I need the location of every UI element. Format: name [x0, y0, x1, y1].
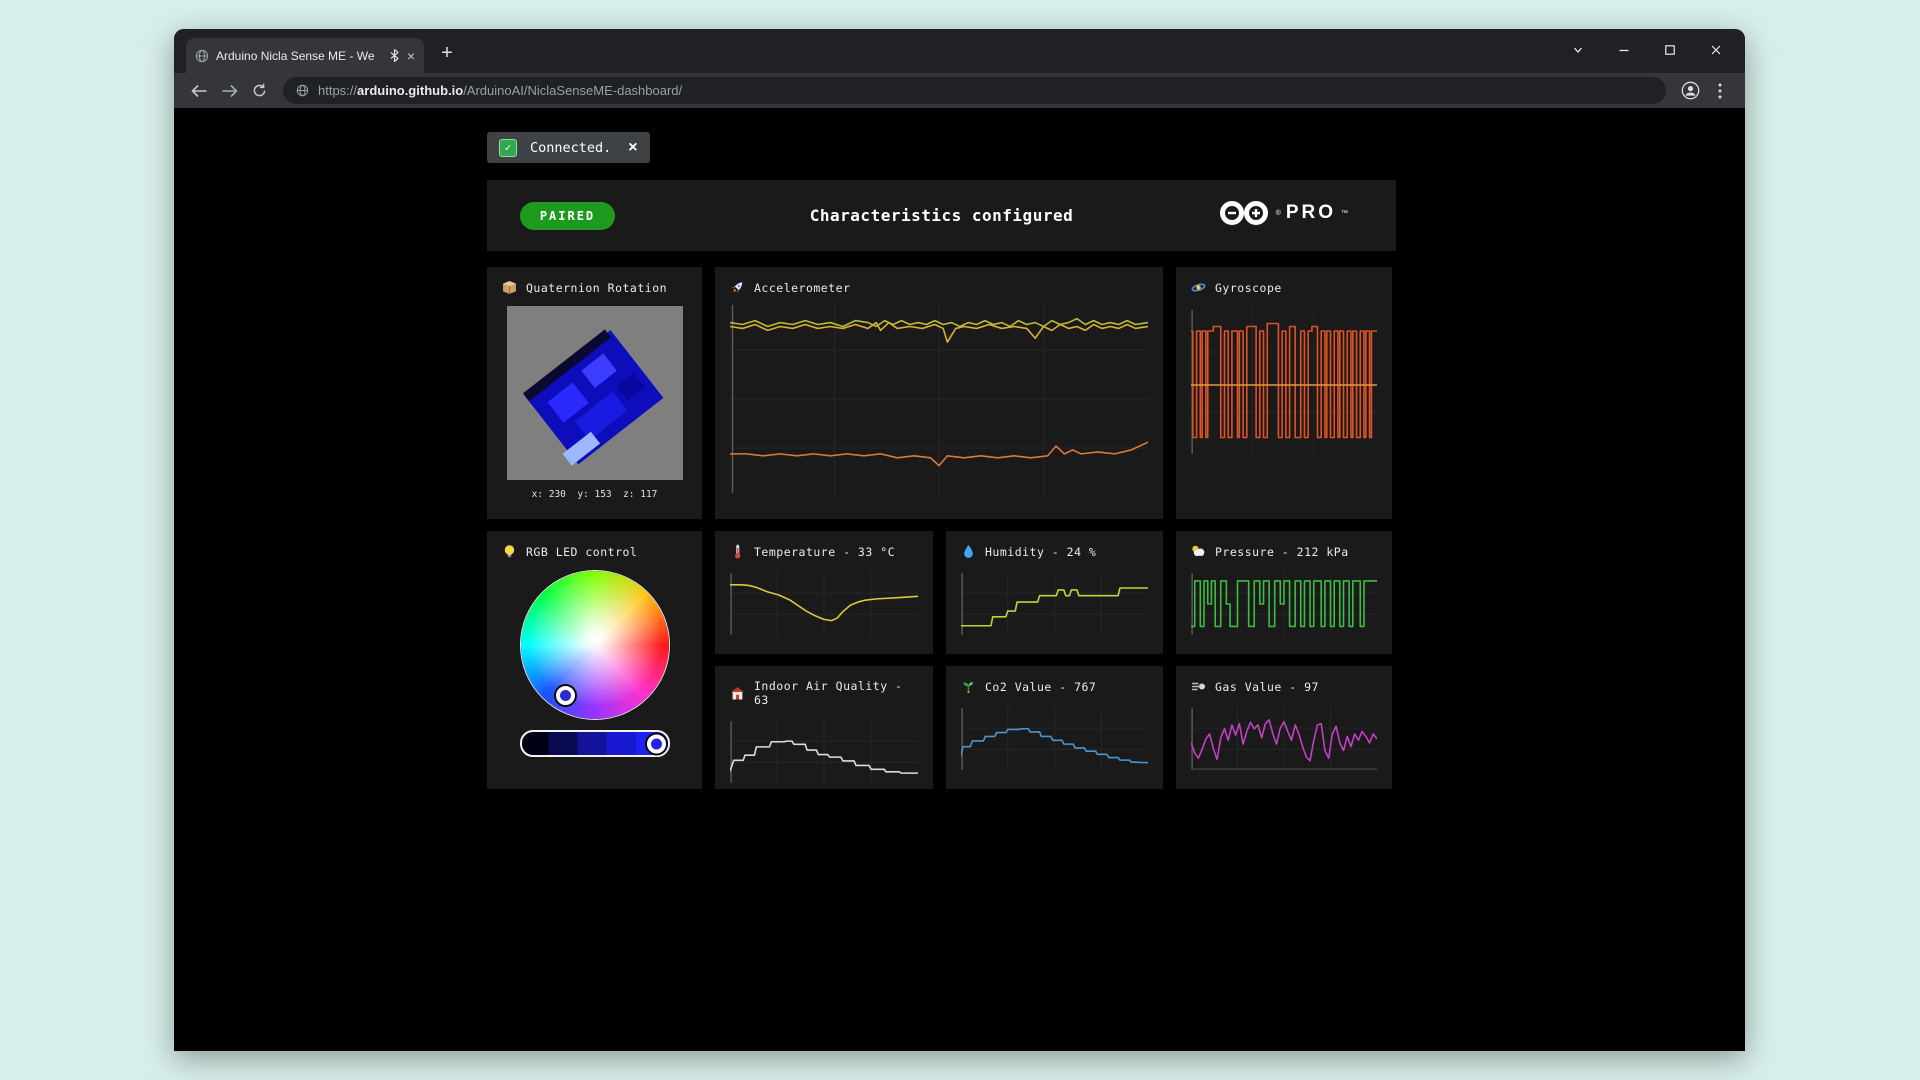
card-label: Temperature - 33 °C [754, 545, 895, 559]
tab-strip: Arduino Nicla Sense ME - We × + [174, 29, 1745, 73]
card-title-row: Quaternion Rotation [502, 280, 687, 295]
card-co2-value: Co2 Value - 767 [946, 666, 1163, 789]
reload-button[interactable] [244, 76, 274, 106]
color-wheel-wrap [521, 571, 669, 719]
gyroscope-chart [1191, 307, 1377, 457]
url-host: arduino.github.io [357, 83, 463, 98]
paired-badge: PAIRED [520, 202, 615, 230]
brightness-slider[interactable] [520, 730, 670, 757]
menu-dots-icon[interactable] [1705, 76, 1735, 106]
brightness-slider-handle[interactable] [647, 734, 666, 753]
bluetooth-icon [389, 49, 400, 62]
back-button[interactable] [184, 76, 214, 106]
card-title-row: Co2 Value - 767 [961, 679, 1148, 694]
quaternion-coordinates: x: 230 y: 153 z: 117 [502, 489, 687, 500]
card-humidity: Humidity - 24 % [946, 531, 1163, 654]
humidity-chart [961, 572, 1148, 636]
card-label: Co2 Value - 767 [985, 680, 1096, 694]
card-label: Quaternion Rotation [526, 281, 667, 295]
card-temperature: Temperature - 33 °C [715, 531, 933, 654]
dashboard-header: PAIRED Characteristics configured ® PRO … [487, 180, 1396, 251]
iaq-chart [730, 720, 918, 784]
tab-title: Arduino Nicla Sense ME - We [216, 49, 382, 63]
pressure-chart [1191, 572, 1377, 636]
minimize-button[interactable] [1601, 33, 1647, 67]
maximize-button[interactable] [1647, 33, 1693, 67]
url-text: https://arduino.github.io/ArduinoAI/Nicl… [318, 83, 682, 98]
window-controls [1555, 33, 1739, 67]
card-gas-value: Gas Value - 97 [1176, 666, 1392, 789]
droplet-icon [961, 544, 976, 559]
profile-avatar-icon[interactable] [1675, 76, 1705, 106]
bulb-icon [502, 544, 517, 559]
card-title-row: Temperature - 33 °C [730, 544, 918, 559]
quaternion-3d-viewport[interactable] [507, 306, 683, 480]
arduino-pro-logo: ® PRO ™ [1219, 200, 1348, 226]
connected-text: Connected. [530, 140, 611, 156]
card-gyroscope: Gyroscope [1176, 267, 1392, 519]
gyroscope-icon [1191, 280, 1206, 295]
card-label: Gas Value - 97 [1215, 680, 1319, 694]
arduino-infinity-icon [1219, 200, 1271, 226]
card-label: Indoor Air Quality - 63 [754, 679, 918, 707]
seedling-icon [961, 679, 976, 694]
url-scheme: https:// [318, 83, 357, 98]
card-label: RGB LED control [526, 545, 637, 559]
card-title-row: Accelerometer [730, 280, 1148, 295]
new-tab-button[interactable]: + [432, 38, 462, 68]
close-window-button[interactable] [1693, 33, 1739, 67]
logo-reg-mark: ® [1276, 210, 1281, 217]
card-label: Pressure - 212 kPa [1215, 545, 1349, 559]
browser-toolbar: https://arduino.github.io/ArduinoAI/Nicl… [174, 73, 1745, 108]
board-3d-render [507, 306, 683, 480]
card-title-row: Pressure - 212 kPa [1191, 544, 1377, 559]
card-indoor-air-quality: Indoor Air Quality - 63 [715, 666, 933, 789]
accelerometer-chart [730, 301, 1148, 497]
logo-pro-text: PRO [1286, 202, 1336, 224]
series-gyro-wave [1191, 324, 1377, 438]
card-title-row: Indoor Air Quality - 63 [730, 679, 918, 707]
logo-tm-mark: ™ [1341, 210, 1348, 217]
page-content: ✓ Connected. × PAIRED Characteristics co… [174, 108, 1745, 1051]
browser-window: Arduino Nicla Sense ME - We × + [174, 29, 1745, 1051]
color-wheel[interactable] [521, 571, 669, 719]
connected-notification: ✓ Connected. × [487, 132, 650, 163]
wind-icon [1191, 679, 1206, 694]
card-accelerometer: Accelerometer [715, 267, 1163, 519]
card-title-row: Humidity - 24 % [961, 544, 1148, 559]
globe-favicon-icon [195, 49, 209, 63]
thermometer-icon [730, 544, 745, 559]
cards-grid: Quaternion Rotation [487, 267, 1392, 789]
forward-button[interactable] [214, 76, 244, 106]
card-pressure: Pressure - 212 kPa [1176, 531, 1392, 654]
card-quaternion-rotation: Quaternion Rotation [487, 267, 702, 519]
card-title-row: Gyroscope [1191, 280, 1377, 295]
gas-chart [1191, 707, 1377, 771]
rocket-icon [730, 280, 745, 295]
package-icon [502, 280, 517, 295]
temperature-chart [730, 572, 918, 636]
card-label: Gyroscope [1215, 281, 1282, 295]
tab-search-chevron-icon[interactable] [1555, 33, 1601, 67]
house-icon [730, 686, 745, 701]
color-wheel-cursor[interactable] [556, 686, 575, 705]
desktop: { "browser": { "tab": { "title": "Arduin… [0, 0, 1920, 1080]
browser-tab[interactable]: Arduino Nicla Sense ME - We × [186, 38, 424, 73]
tab-close-icon[interactable]: × [407, 48, 415, 64]
notification-close-icon[interactable]: × [628, 139, 637, 157]
card-label: Accelerometer [754, 281, 851, 295]
sun-cloud-icon [1191, 544, 1206, 559]
card-rgb-led-control: RGB LED control [487, 531, 702, 789]
url-path: /ArduinoAI/NiclaSenseME-dashboard/ [463, 83, 682, 98]
card-label: Humidity - 24 % [985, 545, 1096, 559]
co2-chart [961, 707, 1148, 771]
url-bar[interactable]: https://arduino.github.io/ArduinoAI/Nicl… [283, 77, 1666, 104]
site-info-globe-icon[interactable] [296, 84, 309, 97]
card-title-row: RGB LED control [502, 544, 687, 559]
connected-checkbox[interactable]: ✓ [499, 139, 517, 157]
card-title-row: Gas Value - 97 [1191, 679, 1377, 694]
